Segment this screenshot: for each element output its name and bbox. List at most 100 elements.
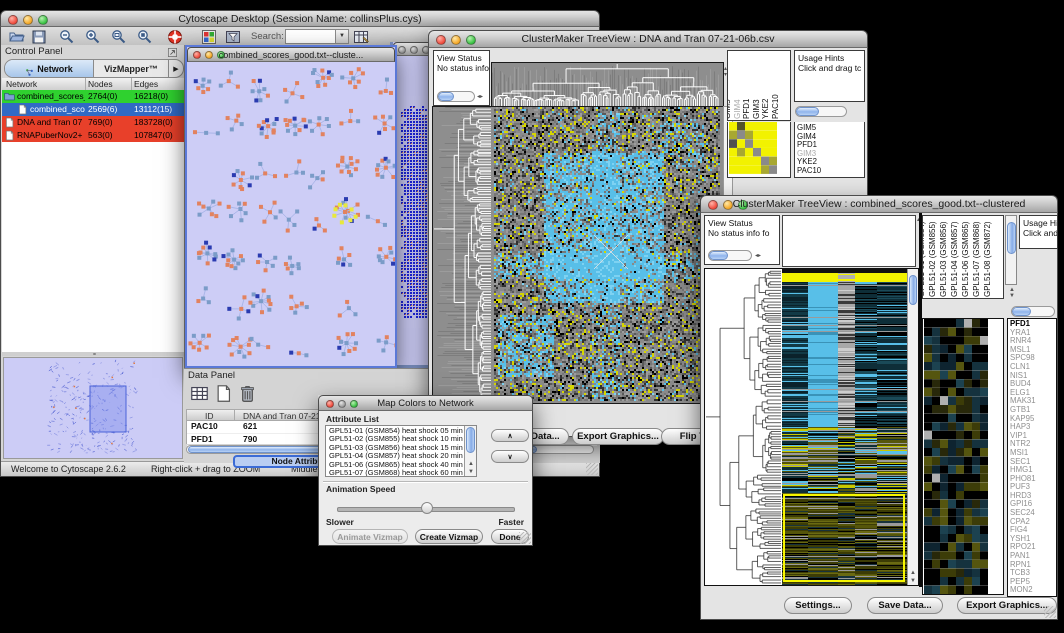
minimize-button[interactable] (410, 46, 418, 54)
col-edges[interactable]: Edges (134, 79, 158, 89)
zoom-selected-icon[interactable] (111, 29, 127, 45)
tv2-gene-label[interactable]: TCB3 (1008, 569, 1056, 578)
attribute-item[interactable]: GPL51-07 (GSM868) heat shock 60 min (327, 469, 463, 477)
birdseye-canvas[interactable] (4, 358, 182, 458)
tab-network[interactable]: Network (5, 60, 94, 77)
resize-grip[interactable] (586, 463, 598, 475)
tv2-gene-label[interactable]: GPI16 (1008, 500, 1056, 509)
minimize-button[interactable] (205, 51, 213, 59)
tv2-resize-grip[interactable] (1044, 606, 1056, 618)
tv2-gene-label[interactable]: MON2 (1008, 586, 1056, 595)
tv1-usage-scrollbar[interactable] (795, 106, 847, 117)
vizmapper-icon[interactable] (201, 29, 217, 45)
minimize-button[interactable] (338, 400, 346, 408)
network-list-row[interactable]: combined_scores_2764(0)16218(0) (2, 90, 184, 103)
tv1-row-dendrogram[interactable] (433, 107, 491, 401)
tv2-gene-label[interactable]: RPN1 (1008, 561, 1056, 570)
zoom-in-icon[interactable] (85, 29, 101, 45)
tv2-gene-label[interactable]: RNR4 (1008, 337, 1056, 346)
close-button[interactable] (436, 35, 446, 45)
create-vizmap-button[interactable]: Create Vizmap (415, 529, 483, 544)
zoom-fit-icon[interactable] (137, 29, 153, 45)
tv2-gene-label[interactable]: GTB1 (1008, 406, 1056, 415)
panel-split-handle[interactable] (2, 352, 184, 356)
col-network[interactable]: Network (6, 79, 37, 89)
tv2-gene-label[interactable]: CPA2 (1008, 518, 1056, 527)
help-lifebuoy-icon[interactable] (167, 29, 183, 45)
tv2-collabel-scrollbar[interactable] (1005, 215, 1017, 285)
tv1-zoom-heatmap[interactable] (729, 122, 777, 174)
tv2-row-dendrogram[interactable] (705, 269, 781, 585)
animation-speed-slider[interactable] (337, 502, 515, 514)
birdseye-view[interactable] (3, 357, 183, 459)
attribute-item[interactable]: GPL51-02 (GSM855) heat shock 10 min (327, 435, 463, 443)
slider-thumb[interactable] (421, 502, 433, 514)
attribute-item[interactable]: GPL51-06 (GSM865) heat shock 40 min (327, 461, 463, 469)
tv2-gene-label[interactable]: SEC24 (1008, 509, 1056, 518)
tv1-column-label[interactable]: YKE2 (761, 99, 770, 119)
tv2-gene-label[interactable]: PUF3 (1008, 483, 1056, 492)
tv1-column-label[interactable]: PAC10 (771, 94, 780, 119)
tv2-gene-label[interactable]: MSI1 (1008, 449, 1056, 458)
tv2-gene-label[interactable]: CLN1 (1008, 363, 1056, 372)
thumb[interactable] (909, 275, 917, 305)
tv1-status-scrollbar[interactable] (437, 91, 475, 102)
open-file-icon[interactable] (9, 29, 25, 45)
col-nodes[interactable]: Nodes (88, 79, 113, 89)
network-frame-title-bar[interactable]: combined_scores_good.txt--cluste... (187, 47, 395, 62)
tv2-save-data-button[interactable]: Save Data... (867, 597, 943, 614)
close-button[interactable] (708, 200, 718, 210)
main-title-bar[interactable]: Cytoscape Desktop (Session Name: collins… (0, 10, 600, 27)
tv1-gene-label[interactable]: PAC10 (795, 167, 864, 176)
tv1-heatmap[interactable] (494, 107, 720, 401)
tv2-column-label[interactable]: GPL51-04 (GSM857) (950, 221, 959, 297)
save-icon[interactable] (31, 29, 47, 45)
move-up-button[interactable]: ∧ (491, 429, 529, 442)
tv2-label-scrollbar[interactable] (1011, 306, 1055, 317)
attribute-table-icon[interactable] (190, 384, 209, 403)
tv2-zoom-heatmap[interactable] (924, 319, 988, 594)
tv2-heatmap[interactable] (782, 269, 907, 585)
tv2-export-graphics-button[interactable]: Export Graphics... (957, 597, 1057, 614)
tv2-gene-label[interactable]: MAK31 (1008, 397, 1056, 406)
zoom-out-icon[interactable] (59, 29, 75, 45)
tv2-gene-label[interactable]: VIP1 (1008, 432, 1056, 441)
attribute-item[interactable]: GPL51-01 (GSM854) heat shock 05 min (327, 427, 463, 435)
tv2-column-label[interactable]: GPL51-08 (GSM872) (983, 221, 992, 297)
dialog-resize-grip[interactable] (519, 532, 531, 544)
tv2-gene-label[interactable]: HRD3 (1008, 492, 1056, 501)
attribute-item[interactable]: GPL51-03 (GSM856) heat shock 15 min (327, 444, 463, 452)
tv2-gene-label[interactable]: PFD1 (1008, 320, 1056, 329)
tv1-column-label[interactable]: GIM5 (727, 99, 732, 119)
tv2-column-dendrogram-area[interactable] (782, 215, 916, 267)
tv2-gene-label[interactable]: PEP5 (1008, 578, 1056, 587)
treeview2-title-bar[interactable]: ClusterMaker TreeView : combined_scores_… (700, 195, 1058, 213)
thumb[interactable] (466, 427, 475, 453)
tv1-gene-label[interactable]: GIM5 (795, 124, 864, 133)
tv1-column-label[interactable]: PFD1 (742, 99, 751, 119)
dialog-title-bar[interactable]: Map Colors to Network (318, 395, 533, 411)
tv2-gene-label[interactable]: YSH1 (1008, 535, 1056, 544)
tv2-status-scrollbar[interactable] (708, 250, 752, 261)
tv1-column-label[interactable]: GIM3 (752, 99, 761, 119)
attribute-list-scrollbar[interactable]: ▲▼ (464, 426, 476, 476)
network-view-canvas[interactable] (187, 62, 395, 366)
delete-attribute-icon[interactable] (238, 384, 257, 403)
float-panel-icon[interactable] (167, 45, 178, 56)
network-list-row[interactable]: combined_sco2569(6)13112(15) (2, 103, 184, 116)
tab-overflow-arrow[interactable]: ▶ (169, 60, 183, 77)
close-button[interactable] (398, 46, 406, 54)
tv2-gene-label[interactable]: RPO21 (1008, 543, 1056, 552)
tab-vizmapper[interactable]: VizMapper™ (94, 60, 169, 77)
tv2-column-label[interactable]: GPL51-07 (GSM868) (972, 221, 981, 297)
attribute-item[interactable]: GPL51-04 (GSM857) heat shock 20 min (327, 452, 463, 460)
thumb[interactable] (709, 251, 728, 260)
tv2-gene-label[interactable]: SEC1 (1008, 458, 1056, 467)
tv2-gene-label[interactable]: FIG4 (1008, 526, 1056, 535)
tv1-gene-label[interactable]: YKE2 (795, 158, 864, 167)
data-table-icon[interactable] (353, 29, 369, 45)
tv2-gene-label[interactable]: YRA1 (1008, 329, 1056, 338)
tv1-column-dendrogram[interactable] (492, 63, 720, 106)
tv2-column-label[interactable]: GPL51-03 (GSM856) (939, 221, 948, 297)
tv2-gene-label[interactable]: NTR2 (1008, 440, 1056, 449)
